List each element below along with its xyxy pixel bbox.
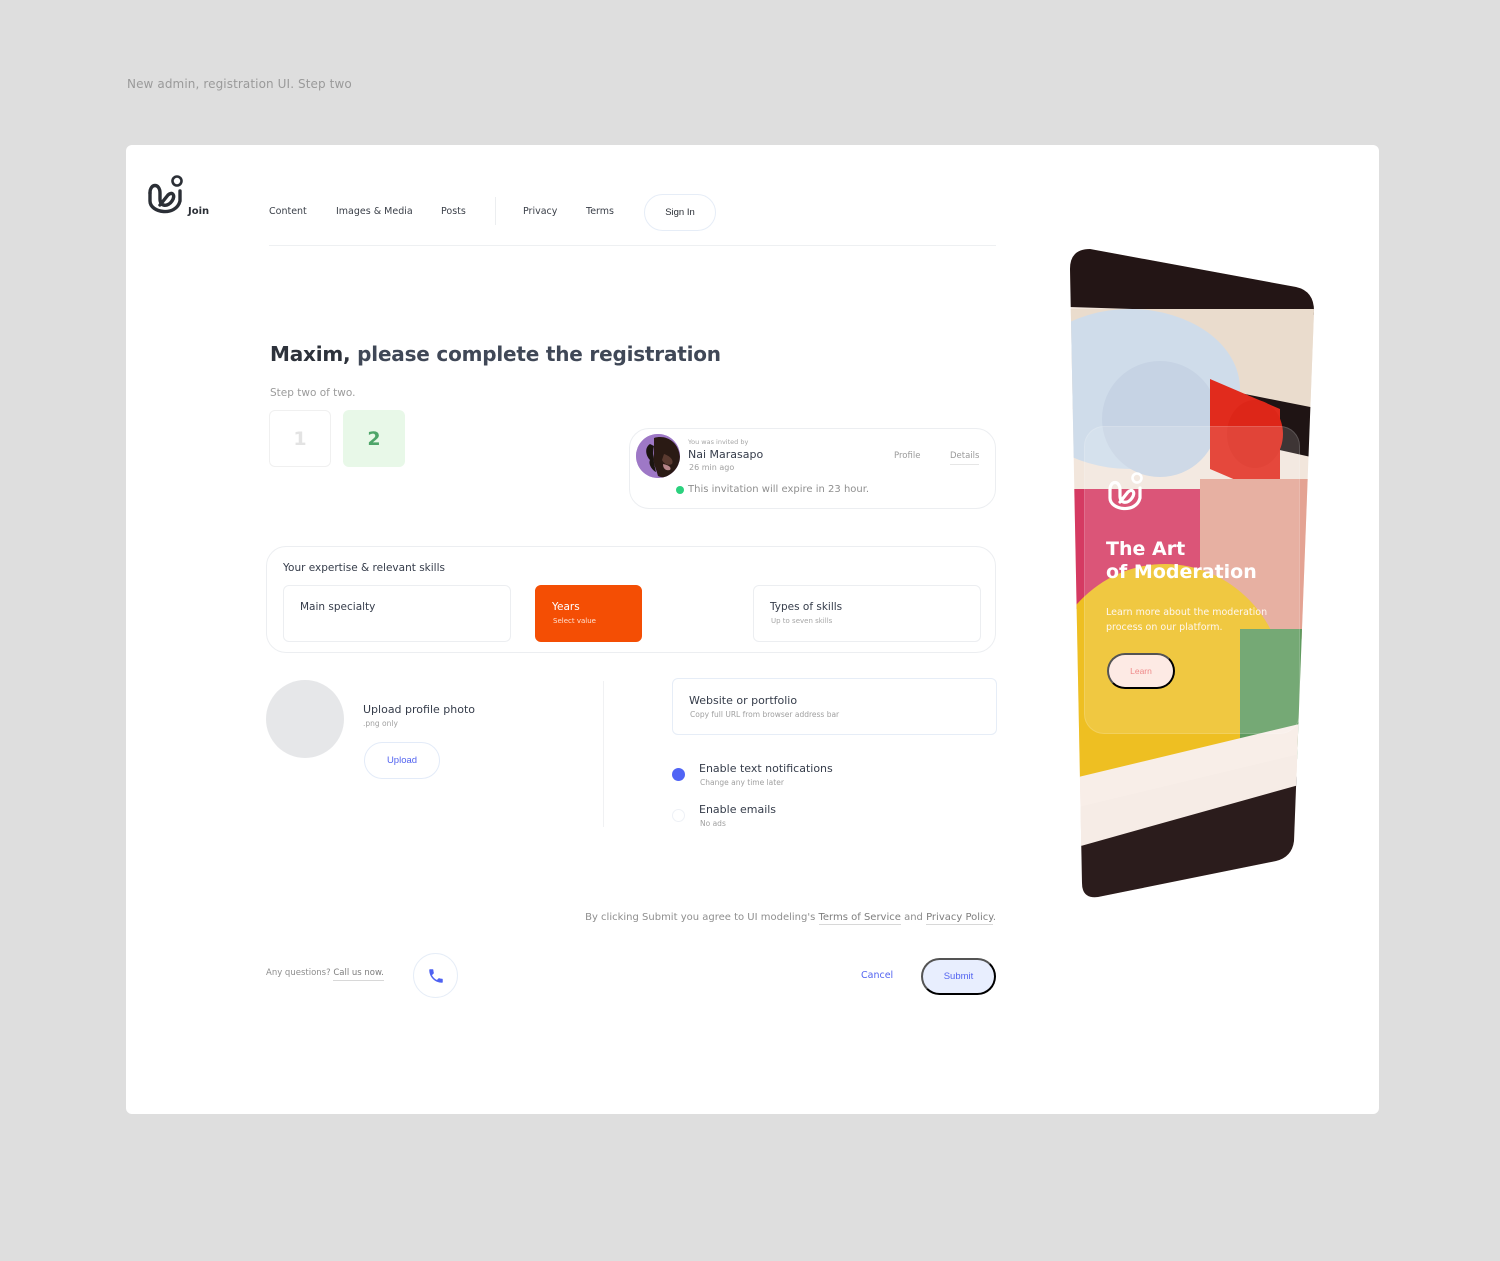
field-label: Years	[552, 601, 580, 613]
nav-terms[interactable]: Terms	[586, 206, 614, 217]
promo-title-line2: of Moderation	[1106, 561, 1257, 583]
invite-expiry-text: This invitation will expire in 23 hour.	[688, 484, 870, 495]
upload-button[interactable]: Upload	[364, 742, 440, 779]
sign-in-button[interactable]: Sign In	[644, 194, 716, 231]
profile-link[interactable]: Profile	[894, 451, 920, 461]
agreement-and: and	[900, 912, 927, 923]
nav-privacy[interactable]: Privacy	[523, 206, 557, 217]
promo-title: The Art of Moderation	[1106, 538, 1257, 584]
option-title: Enable text notifications	[699, 762, 833, 775]
option-title: Enable emails	[699, 803, 777, 816]
upload-hint: .png only	[363, 719, 398, 728]
step-2[interactable]: 2	[343, 410, 405, 467]
header-divider	[269, 245, 996, 246]
step-label: Step two of two.	[270, 387, 356, 399]
section-divider	[603, 681, 604, 827]
text-notifications-radio[interactable]	[672, 768, 685, 781]
promo-description: Learn more about the moderation process …	[1106, 607, 1268, 633]
learn-button[interactable]: Learn	[1107, 653, 1175, 689]
types-of-skills-field[interactable]: Types of skills Up to seven skills	[753, 585, 981, 642]
questions-text: Any questions? Call us now.	[266, 968, 384, 981]
page-title: Maxim, please complete the registration	[270, 342, 721, 366]
field-hint: Up to seven skills	[771, 617, 833, 625]
main-specialty-field[interactable]: Main specialty	[283, 585, 511, 642]
agreement-text: By clicking Submit you agree to UI model…	[585, 912, 996, 925]
agreement-suffix: .	[992, 912, 996, 923]
promo-panel: The Art of Moderation Learn more about t…	[1070, 249, 1320, 899]
status-dot-icon	[676, 486, 684, 494]
privacy-policy-link[interactable]: Privacy Policy	[926, 912, 993, 925]
logo-icon[interactable]	[146, 173, 186, 217]
nav-posts[interactable]: Posts	[441, 206, 466, 217]
step-1[interactable]: 1	[269, 410, 331, 467]
profile-photo-placeholder[interactable]	[266, 680, 344, 758]
inviter-name: Nai Marasapo	[688, 448, 764, 461]
invitation-card: You was invited by Nai Marasapo 26 min a…	[629, 428, 996, 509]
field-label: Types of skills	[770, 601, 843, 613]
field-hint: Select value	[553, 617, 596, 625]
call-button[interactable]	[413, 953, 458, 998]
questions-label: Any questions?	[266, 968, 334, 978]
upload-title: Upload profile photo	[363, 703, 476, 716]
skills-title: Your expertise & relevant skills	[283, 562, 445, 574]
promo-logo-icon	[1108, 472, 1143, 511]
terms-of-service-link[interactable]: Terms of Service	[818, 912, 901, 925]
details-link[interactable]: Details	[950, 451, 980, 465]
invited-by-label: You was invited by	[688, 438, 749, 446]
invite-time: 26 min ago	[689, 463, 735, 472]
skills-section: Your expertise & relevant skills Main sp…	[266, 546, 996, 653]
promo-title-line1: The Art	[1106, 538, 1186, 560]
title-text: please complete the registration	[350, 342, 721, 366]
submit-button[interactable]: Submit	[921, 958, 996, 995]
website-input[interactable]: Website or portfolio Copy full URL from …	[672, 678, 997, 735]
cancel-button[interactable]: Cancel	[861, 970, 893, 981]
years-select[interactable]: Years Select value	[535, 585, 642, 642]
brand-name: Join	[188, 206, 210, 217]
nav-content[interactable]: Content	[269, 206, 307, 217]
field-placeholder: Copy full URL from browser address bar	[690, 710, 840, 719]
user-name: Maxim,	[270, 342, 351, 366]
inviter-avatar	[636, 434, 680, 478]
option-hint: No ads	[700, 819, 726, 828]
agreement-prefix: By clicking Submit you agree to UI model…	[585, 912, 819, 923]
emails-radio[interactable]	[672, 809, 685, 822]
phone-icon	[428, 968, 443, 983]
registration-card: Join Content Images & Media Posts Privac…	[126, 145, 1379, 1114]
page-caption: New admin, registration UI. Step two	[127, 77, 352, 91]
field-label: Website or portfolio	[689, 694, 798, 707]
option-hint: Change any time later	[700, 778, 784, 787]
call-us-link[interactable]: Call us now.	[333, 968, 384, 981]
field-label: Main specialty	[300, 601, 376, 613]
nav-images-media[interactable]: Images & Media	[336, 206, 413, 217]
nav-divider	[495, 197, 496, 225]
